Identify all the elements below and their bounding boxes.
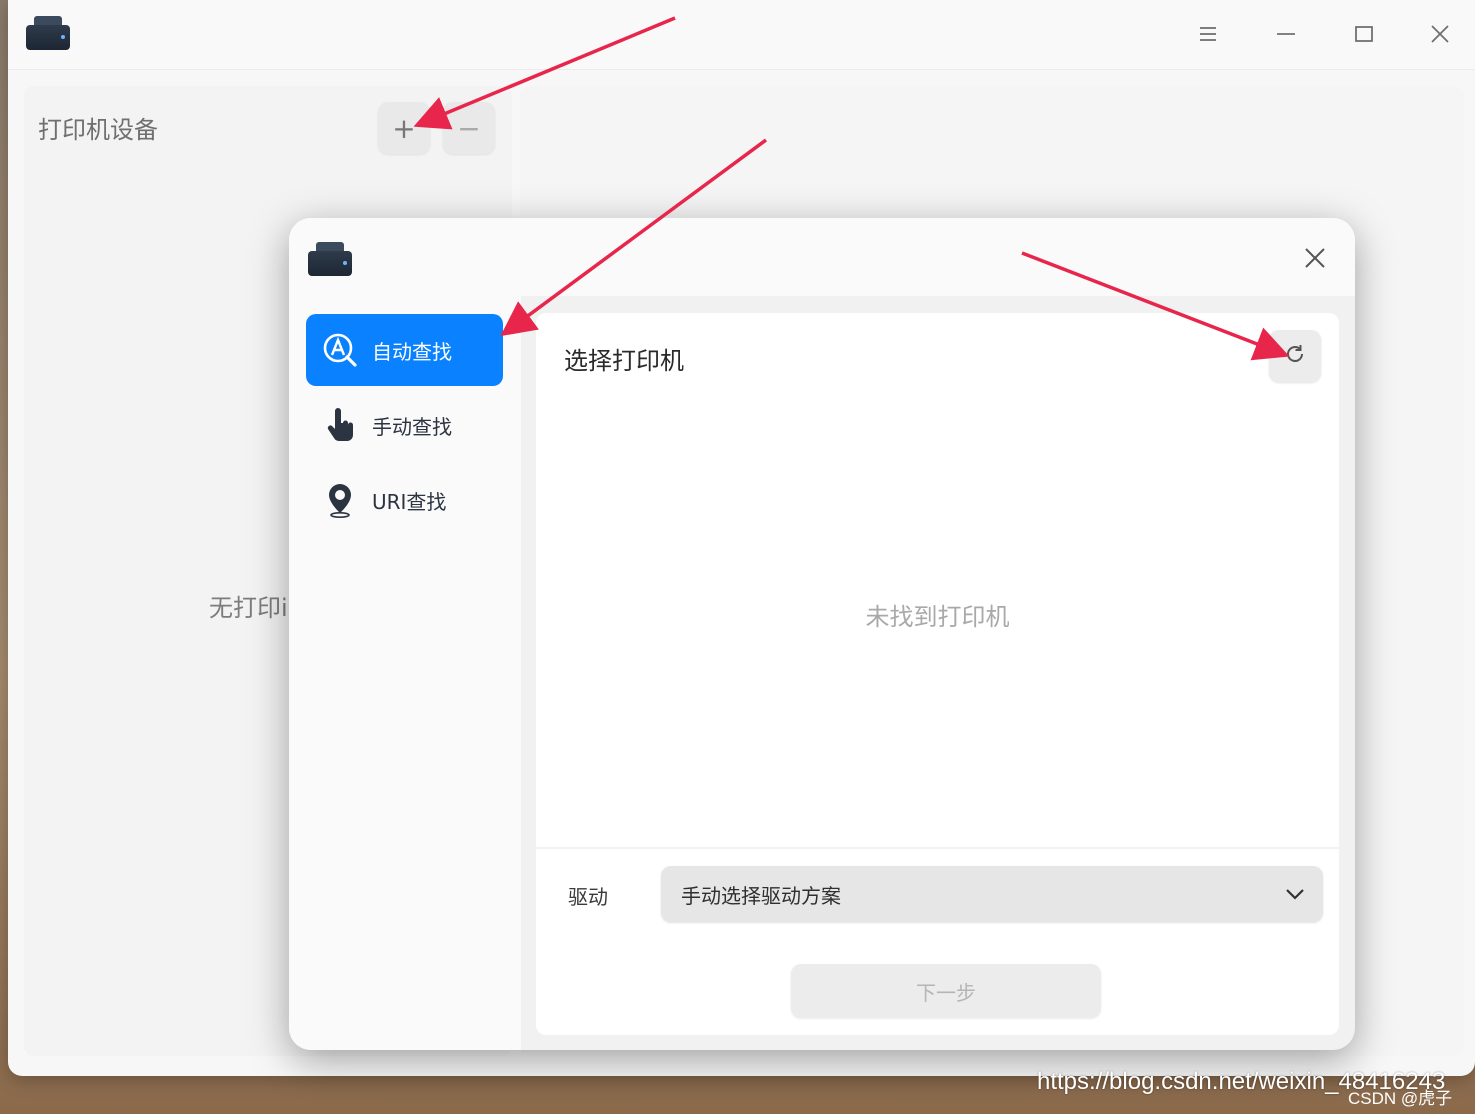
location-pin-icon <box>322 482 358 518</box>
add-printer-button[interactable]: + <box>378 102 430 154</box>
dialog-title-bar <box>289 218 1355 296</box>
nav-label: 手动查找 <box>372 414 452 439</box>
content-title: 选择打印机 <box>564 347 684 375</box>
driver-label: 驱动 <box>568 885 608 909</box>
minus-icon: − <box>457 111 481 145</box>
maximize-icon[interactable] <box>1346 18 1382 50</box>
refresh-icon <box>1284 343 1306 369</box>
nav-label: 自动查找 <box>372 339 452 364</box>
nav-manual-search[interactable]: 手动查找 <box>306 389 503 461</box>
nav-label: URI查找 <box>372 489 447 514</box>
panel-title: 打印机设备 <box>38 116 158 144</box>
watermark-author: CSDN @虎子 <box>1348 1089 1453 1108</box>
empty-state-message: 未找到打印机 <box>865 603 1010 631</box>
printer-app-icon <box>308 242 352 276</box>
refresh-button[interactable] <box>1269 330 1321 382</box>
auto-search-icon <box>322 332 358 368</box>
dialog-close-icon[interactable] <box>1299 242 1331 274</box>
no-printer-text: 无打印i <box>209 594 288 622</box>
discovery-method-nav: 自动查找 手动查找 URI查找 <box>289 296 521 1050</box>
add-printer-dialog: 自动查找 手动查找 URI查找 选择打印机 未找到打印机 驱动 手动选择驱动方案… <box>289 218 1355 1050</box>
title-bar <box>8 0 1475 70</box>
hand-pointer-icon <box>322 407 358 443</box>
nav-uri-search[interactable]: URI查找 <box>306 464 503 536</box>
driver-select-value: 手动选择驱动方案 <box>681 883 841 908</box>
printer-selection-content: 选择打印机 未找到打印机 驱动 手动选择驱动方案 下一步 <box>536 313 1339 1035</box>
printer-app-icon <box>26 16 70 50</box>
menu-icon[interactable] <box>1190 18 1226 50</box>
remove-printer-button[interactable]: − <box>443 102 495 154</box>
driver-select[interactable]: 手动选择驱动方案 <box>661 866 1323 922</box>
plus-icon: + <box>392 111 416 145</box>
minimize-icon[interactable] <box>1268 18 1304 50</box>
close-icon[interactable] <box>1422 18 1458 50</box>
next-button[interactable]: 下一步 <box>791 964 1101 1018</box>
nav-auto-search[interactable]: 自动查找 <box>306 314 503 386</box>
divider <box>536 847 1339 849</box>
chevron-down-icon <box>1283 882 1307 906</box>
